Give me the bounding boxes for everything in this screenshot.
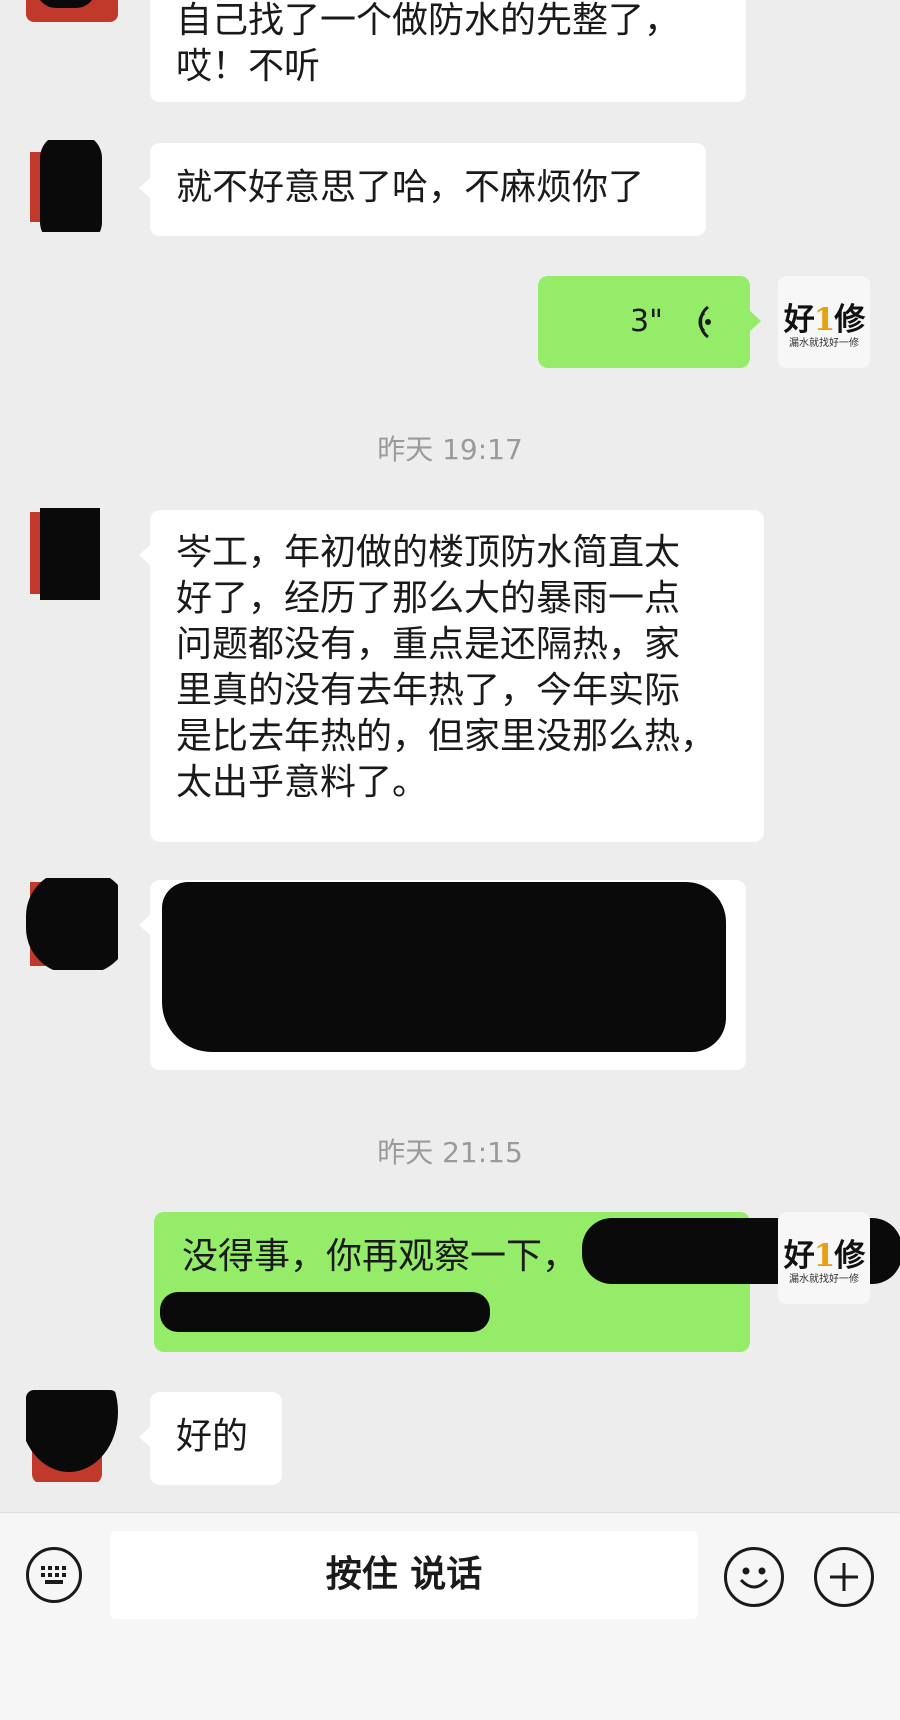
avatar[interactable] — [26, 878, 118, 970]
message-text: 没得事，你再观察一下， — [182, 1236, 579, 1277]
message-bubble[interactable]: 好的 — [139, 1392, 282, 1485]
bubble-tail — [139, 177, 151, 199]
message-text: 好的 — [176, 1416, 249, 1457]
message-text: 里真的没有去年热了，今年实际 — [176, 670, 681, 711]
message-text: 岑工，年初做的楼顶防水简直太 — [176, 532, 681, 573]
timestamp: 昨天 21:15 — [377, 1136, 523, 1169]
message-text: 问题都没有，重点是还隔热，家 — [176, 624, 681, 665]
voice-wave-icon — [678, 302, 718, 354]
voice-message-bubble[interactable]: 3" — [538, 276, 761, 368]
avatar[interactable] — [26, 1390, 118, 1482]
bubble-tail — [139, 544, 151, 566]
message-bubble[interactable]: 自己找了一个做防水的先整了， 哎！不听 — [150, 0, 746, 102]
message-text: 哎！不听 — [176, 46, 321, 87]
timestamp: 昨天 19:17 — [377, 433, 523, 466]
message-text: 好了，经历了那么大的暴雨一点 — [176, 578, 681, 619]
bubble-tail — [139, 1426, 151, 1448]
avatar[interactable]: 好1修 漏水就找好一修 — [778, 276, 870, 368]
redaction-mark — [160, 1292, 490, 1332]
message-bubble[interactable]: 没得事，你再观察一下， — [154, 1212, 900, 1352]
message-text: 是比去年热的，但家里没那么热， — [176, 716, 717, 757]
message-bubble[interactable]: 岑工，年初做的楼顶防水简直太 好了，经历了那么大的暴雨一点 问题都没有，重点是还… — [139, 510, 764, 842]
avatar[interactable] — [26, 0, 118, 22]
bubble-tail — [139, 914, 151, 936]
brand-tagline: 漏水就找好一修 — [789, 1274, 859, 1285]
bubble-tail — [749, 310, 761, 332]
message-text: 太出乎意料了。 — [176, 762, 429, 803]
redacted-message-bubble[interactable] — [139, 880, 746, 1070]
avatar[interactable] — [26, 508, 118, 600]
hold-to-talk-button[interactable]: 按住 说话 — [110, 1531, 698, 1619]
message-text: 自己找了一个做防水的先整了， — [176, 0, 681, 41]
brand-logo: 好1修 — [783, 1238, 866, 1274]
message-bubble[interactable]: 就不好意思了哈，不麻烦你了 — [139, 143, 706, 236]
keyboard-icon[interactable] — [26, 1547, 82, 1603]
brand-tagline: 漏水就找好一修 — [789, 338, 859, 349]
voice-duration: 3" — [630, 304, 663, 339]
plus-icon[interactable] — [814, 1547, 874, 1607]
chat-input-bar: 按住 说话 — [0, 1512, 900, 1720]
message-text: 就不好意思了哈，不麻烦你了 — [176, 167, 645, 208]
emoji-icon[interactable] — [724, 1547, 784, 1607]
avatar[interactable]: 好1修 漏水就找好一修 — [778, 1212, 870, 1304]
redaction-mark — [162, 882, 726, 1052]
brand-logo: 好1修 — [783, 302, 866, 338]
avatar[interactable] — [26, 140, 118, 232]
